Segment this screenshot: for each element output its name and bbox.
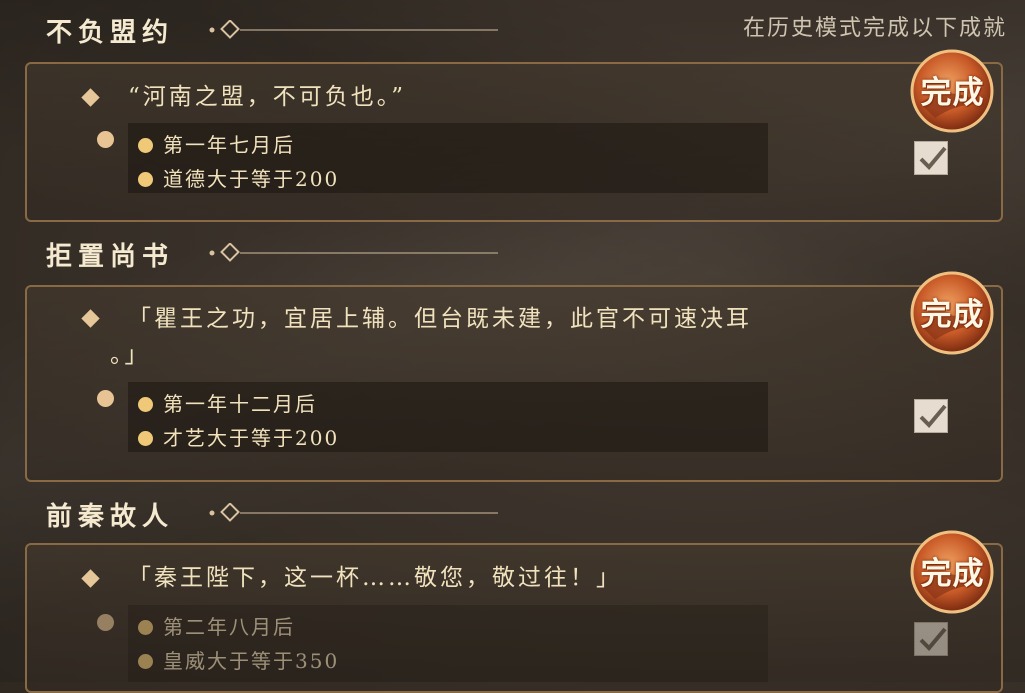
condition-item: 才艺大于等于200 (138, 422, 339, 451)
achievement-quote: 「瞿王之功，宜居上辅。但台既未建，此官不可速决耳 (128, 306, 752, 332)
condition-dot-icon (97, 131, 114, 148)
complete-badge: 完成 (905, 43, 1000, 138)
condition-item: 第二年八月后 (138, 611, 295, 640)
page-subtitle: 在历史模式完成以下成就 (742, 16, 1007, 41)
condition-item: 皇威大于等于350 (138, 645, 339, 674)
title-ornament-icon (209, 20, 498, 39)
achievement-quote-continued: 。」 (110, 342, 151, 368)
bullet-icon (138, 397, 153, 412)
completed-checkbox[interactable] (914, 399, 948, 433)
condition-item: 第一年七月后 (138, 129, 295, 158)
achievement-title: 拒置尚书 (46, 242, 175, 272)
condition-dot-icon (97, 614, 114, 631)
bullet-icon (138, 620, 153, 635)
bullet-icon (138, 431, 153, 446)
achievement-quote: “河南之盟，不可负也。” (128, 84, 407, 110)
condition-box: 第一年十二月后 才艺大于等于200 (128, 382, 768, 452)
achievement-title: 前秦故人 (46, 502, 175, 532)
condition-box: 第二年八月后 皇威大于等于350 (128, 605, 768, 682)
bullet-icon (138, 172, 153, 187)
condition-dot-icon (97, 390, 114, 407)
achievement-title: 不负盟约 (46, 18, 175, 48)
condition-item: 道德大于等于200 (138, 163, 339, 192)
achievement-quote: 「秦王陛下，这一杯……敬您，敬过往！」 (128, 565, 622, 591)
title-ornament-icon (209, 503, 498, 522)
complete-badge: 完成 (905, 524, 1000, 619)
completed-checkbox[interactable] (914, 141, 948, 175)
condition-box: 第一年七月后 道德大于等于200 (128, 123, 768, 193)
completed-checkbox[interactable] (914, 622, 948, 656)
bullet-icon (138, 138, 153, 153)
condition-item: 第一年十二月后 (138, 388, 317, 417)
complete-badge: 完成 (905, 265, 1000, 360)
title-ornament-icon (209, 243, 498, 262)
bullet-icon (138, 654, 153, 669)
